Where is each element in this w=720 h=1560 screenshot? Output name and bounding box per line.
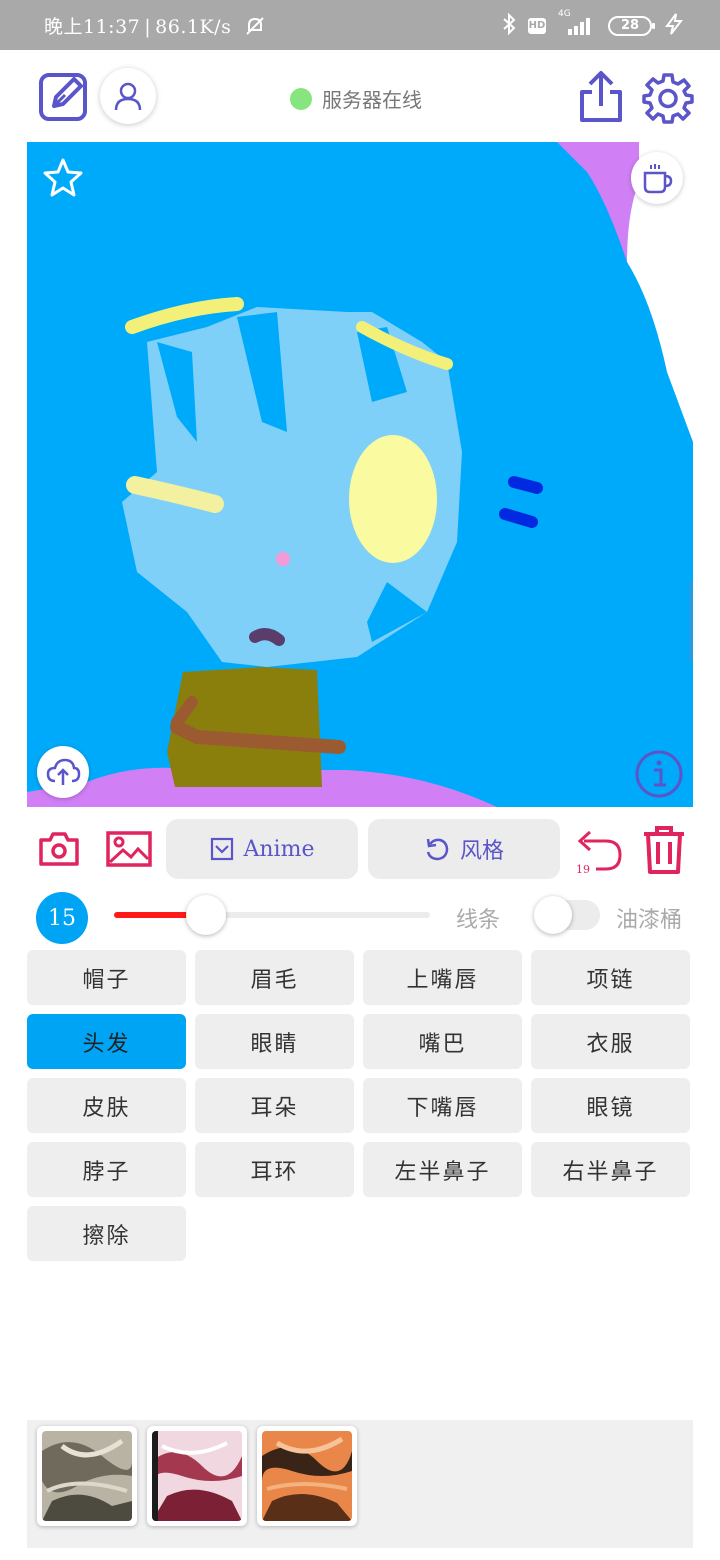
part-button-left-nose[interactable]: 左半鼻子 — [363, 1142, 522, 1197]
status-separator: | — [144, 16, 152, 38]
hd-badge: HD — [528, 18, 546, 34]
star-icon — [43, 158, 83, 197]
mute-alarm-icon — [244, 15, 266, 42]
paint-bucket-toggle[interactable] — [534, 896, 600, 934]
part-selector-grid: 帽子 眉毛 上嘴唇 项链 头发 眼睛 嘴巴 衣服 皮肤 耳朵 下嘴唇 眼镜 脖子… — [27, 950, 693, 1261]
part-button-mouth[interactable]: 嘴巴 — [363, 1014, 522, 1069]
checkbox-icon — [210, 837, 233, 861]
part-button-eyebrows[interactable]: 眉毛 — [195, 950, 354, 1005]
paint-bucket-label: 油漆桶 — [616, 908, 683, 933]
part-button-right-nose[interactable]: 右半鼻子 — [531, 1142, 690, 1197]
canvas-drawing — [27, 142, 693, 807]
camera-button[interactable] — [36, 826, 82, 872]
favorite-button[interactable] — [41, 156, 85, 200]
upload-button[interactable] — [37, 746, 89, 798]
online-status-dot — [290, 87, 312, 110]
part-button-lower-lip[interactable]: 下嘴唇 — [363, 1078, 522, 1133]
info-icon — [635, 750, 683, 798]
part-button-clothes[interactable]: 衣服 — [531, 1014, 690, 1069]
brush-size-slider[interactable] — [114, 895, 430, 935]
style-thumbnail-grey[interactable] — [37, 1426, 137, 1526]
part-button-hat[interactable]: 帽子 — [27, 950, 186, 1005]
coffee-button[interactable] — [631, 152, 683, 204]
part-button-earrings[interactable]: 耳环 — [195, 1142, 354, 1197]
bluetooth-icon — [502, 12, 516, 39]
server-status: 服务器在线 — [290, 84, 422, 113]
style-thumbnail-pink[interactable] — [147, 1426, 247, 1526]
part-button-hair[interactable]: 头发 — [27, 1014, 186, 1069]
server-status-label: 服务器在线 — [322, 88, 422, 112]
undo-count: 19 — [576, 863, 590, 876]
status-network-speed: 86.1K/s — [155, 16, 232, 38]
style-thumbnail-strip — [27, 1420, 693, 1548]
status-bar: 晚上11:37 | 86.1K/s HD 4G 28 — [0, 0, 720, 50]
battery-indicator: 28 — [608, 16, 655, 36]
brush-size-indicator[interactable]: 15 — [36, 892, 88, 944]
info-button[interactable] — [633, 748, 685, 800]
settings-button[interactable] — [642, 72, 694, 124]
brush-controls: 15 线条 油漆桶 — [0, 890, 720, 944]
style-thumbnail-orange[interactable] — [257, 1426, 357, 1526]
status-left: 晚上11:37 | 86.1K/s — [44, 12, 266, 42]
delete-button[interactable] — [638, 822, 690, 878]
app-header: 服务器在线 — [0, 50, 720, 142]
signal-icon: 4G — [558, 9, 596, 37]
style-preview-pink — [152, 1431, 242, 1521]
status-right: HD 4G 28 — [502, 9, 684, 39]
charging-icon — [664, 13, 684, 39]
part-button-erase[interactable]: 擦除 — [27, 1206, 186, 1261]
trash-icon — [644, 826, 684, 874]
line-mode-label: 线条 — [456, 908, 501, 933]
anime-label: Anime — [243, 836, 315, 862]
part-button-eyes[interactable]: 眼睛 — [195, 1014, 354, 1069]
style-button[interactable]: 风格 — [368, 819, 560, 879]
drawing-canvas[interactable] — [27, 142, 693, 807]
share-icon — [580, 71, 622, 122]
cloud-upload-icon — [46, 758, 81, 785]
user-profile-button[interactable] — [100, 68, 156, 124]
part-button-glasses[interactable]: 眼镜 — [531, 1078, 690, 1133]
slider-thumb[interactable] — [185, 895, 226, 935]
part-button-necklace[interactable]: 项链 — [531, 950, 690, 1005]
part-button-upper-lip[interactable]: 上嘴唇 — [363, 950, 522, 1005]
camera-icon — [39, 832, 79, 866]
undo-button[interactable]: 19 — [572, 822, 624, 878]
share-button[interactable] — [578, 70, 624, 124]
style-label: 风格 — [459, 839, 504, 864]
part-button-neck[interactable]: 脖子 — [27, 1142, 186, 1197]
part-button-skin[interactable]: 皮肤 — [27, 1078, 186, 1133]
gallery-button[interactable] — [104, 826, 154, 872]
toggle-knob — [534, 896, 572, 934]
gear-icon — [642, 73, 694, 124]
status-time: 晚上11:37 — [44, 16, 141, 38]
edit-button[interactable] — [38, 70, 90, 122]
image-icon — [106, 831, 152, 867]
part-button-ears[interactable]: 耳朵 — [195, 1078, 354, 1133]
edit-toolbar: Anime 风格 19 — [0, 816, 720, 882]
edit-icon — [39, 73, 87, 121]
user-icon — [114, 82, 142, 111]
refresh-icon — [426, 838, 449, 861]
style-preview-grey — [42, 1431, 132, 1521]
style-preview-orange — [262, 1431, 352, 1521]
anime-button[interactable]: Anime — [166, 819, 358, 879]
coffee-cup-icon — [643, 164, 673, 194]
